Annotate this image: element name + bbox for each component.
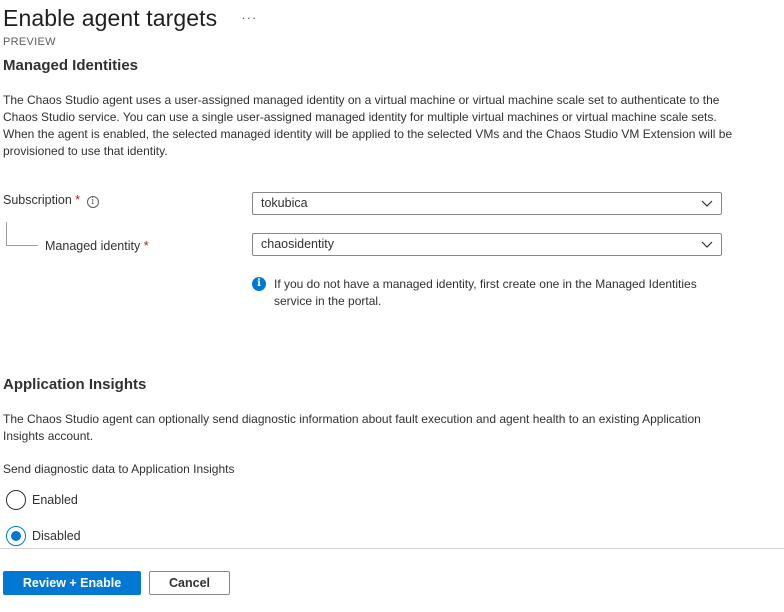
application-insights-heading: Application Insights: [3, 376, 147, 393]
managed-identity-value: chaosidentity: [261, 237, 334, 251]
info-circle-icon: i: [252, 277, 266, 291]
managed-identity-label: Managed identity *: [45, 239, 149, 253]
more-options-icon[interactable]: ···: [241, 11, 257, 25]
radio-enabled[interactable]: Enabled: [6, 490, 78, 510]
send-diagnostic-label: Send diagnostic data to Application Insi…: [3, 462, 235, 476]
radio-disabled[interactable]: Disabled: [6, 526, 81, 546]
subscription-label-text: Subscription: [3, 193, 72, 207]
tree-connector: [6, 222, 38, 246]
preview-label: PREVIEW: [3, 36, 56, 48]
managed-identities-heading: Managed Identities: [3, 57, 139, 74]
managed-identity-info-note: i If you do not have a managed identity,…: [252, 276, 722, 310]
info-note-text: If you do not have a managed identity, f…: [274, 277, 697, 308]
radio-enabled-label: Enabled: [32, 493, 78, 507]
title-row: Enable agent targets ···: [3, 4, 257, 32]
managed-identities-description: The Chaos Studio agent uses a user-assig…: [3, 93, 733, 158]
application-insights-description: The Chaos Studio agent can optionally se…: [3, 412, 701, 443]
radio-disabled-circle[interactable]: [6, 526, 26, 546]
chevron-down-icon: [701, 200, 713, 207]
page-title: Enable agent targets: [3, 5, 218, 31]
subscription-dropdown[interactable]: tokubica: [252, 192, 722, 215]
chevron-down-icon: [701, 241, 713, 248]
managed-identity-label-text: Managed identity: [45, 239, 141, 253]
radio-disabled-label: Disabled: [32, 529, 81, 543]
footer-divider: [0, 548, 784, 549]
subscription-value: tokubica: [261, 196, 308, 210]
subscription-label: Subscription * i: [3, 193, 99, 208]
cancel-button[interactable]: Cancel: [149, 571, 230, 595]
subscription-required-mark: *: [75, 193, 81, 207]
managed-identity-dropdown[interactable]: chaosidentity: [252, 233, 722, 256]
managed-identity-required-mark: *: [143, 239, 149, 253]
info-icon[interactable]: i: [86, 196, 99, 208]
radio-enabled-circle[interactable]: [6, 490, 26, 510]
review-enable-button[interactable]: Review + Enable: [3, 571, 141, 595]
